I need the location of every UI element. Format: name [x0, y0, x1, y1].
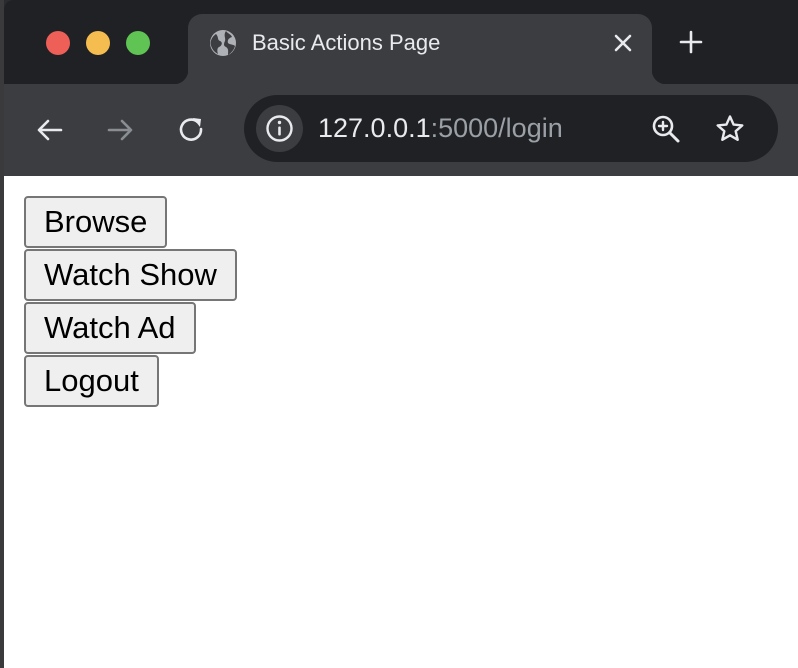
maximize-window-button[interactable] — [126, 31, 150, 55]
logout-button[interactable]: Logout — [24, 355, 159, 407]
forward-arrow-icon[interactable] — [104, 114, 136, 146]
address-bar[interactable]: 127.0.0.1:5000/login — [244, 95, 778, 162]
close-tab-icon[interactable] — [610, 30, 636, 56]
url-path: :5000/login — [430, 113, 563, 143]
browser-toolbar: 127.0.0.1:5000/login — [4, 84, 798, 176]
watch-show-button[interactable]: Watch Show — [24, 249, 237, 301]
bookmark-star-icon[interactable] — [714, 113, 746, 145]
globe-icon — [208, 28, 238, 58]
url-host: 127.0.0.1 — [318, 113, 431, 143]
reload-icon[interactable] — [176, 114, 208, 146]
minimize-window-button[interactable] — [86, 31, 110, 55]
tab-active[interactable]: Basic Actions Page — [174, 14, 666, 84]
browse-button[interactable]: Browse — [24, 196, 168, 248]
title-bar: Basic Actions Page — [4, 0, 798, 84]
url-text[interactable]: 127.0.0.1:5000/login — [318, 95, 563, 162]
tab-title: Basic Actions Page — [252, 30, 441, 55]
watch-ad-button[interactable]: Watch Ad — [24, 302, 196, 354]
zoom-icon[interactable] — [650, 113, 682, 145]
browser-window: Basic Actions Page 127.0.0.1:5000/login … — [4, 0, 798, 668]
page-content: Browse Watch Show Watch Ad Logout — [4, 176, 798, 668]
back-arrow-icon[interactable] — [34, 114, 66, 146]
new-tab-icon[interactable] — [676, 27, 706, 57]
close-window-button[interactable] — [46, 31, 70, 55]
action-buttons: Browse Watch Show Watch Ad Logout — [24, 196, 237, 408]
site-info-icon[interactable] — [256, 105, 303, 152]
